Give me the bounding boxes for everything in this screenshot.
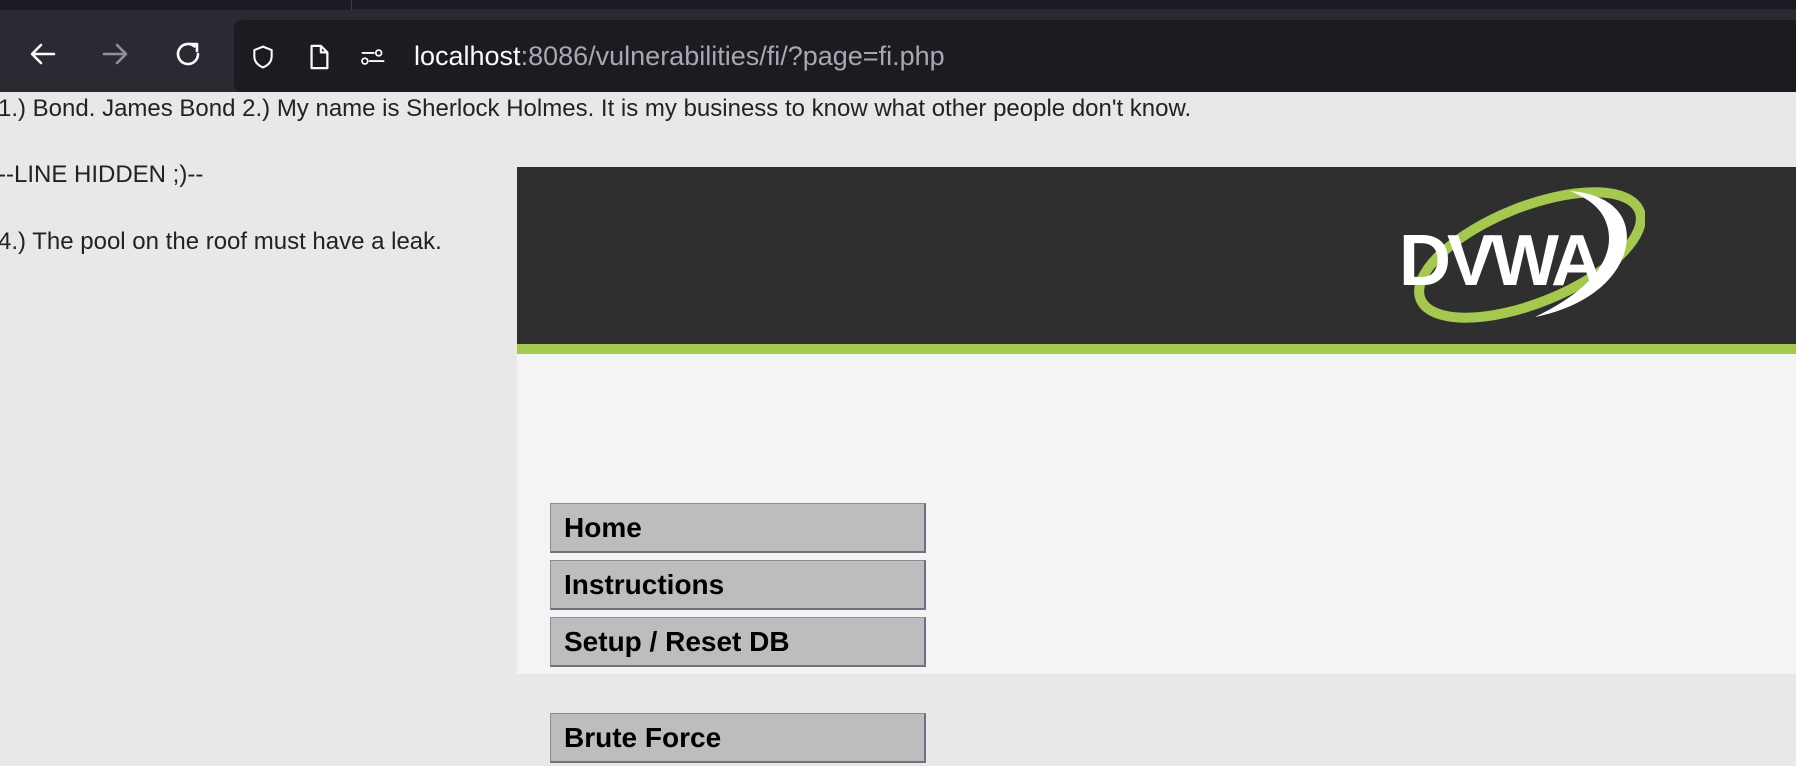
page-icon[interactable] — [306, 44, 332, 70]
dvwa-logo: DVWA — [1399, 187, 1645, 323]
reload-icon — [176, 42, 200, 66]
menu-item-instructions[interactable]: Instructions — [550, 560, 926, 610]
url-path: :8086/vulnerabilities/fi/?page=fi.php — [520, 41, 945, 71]
back-arrow-icon — [30, 43, 56, 65]
permissions-icon[interactable] — [360, 44, 386, 70]
forward-arrow-icon — [102, 43, 128, 65]
menu-item-setup-reset-db[interactable]: Setup / Reset DB — [550, 617, 926, 667]
back-button[interactable] — [23, 34, 63, 74]
header-accent-bar — [517, 344, 1796, 354]
included-file-line-1: 1.) Bond. James Bond 2.) My name is Sher… — [0, 95, 1192, 122]
url-text[interactable]: localhost:8086/vulnerabilities/fi/?page=… — [414, 40, 945, 72]
shield-icon[interactable] — [250, 44, 276, 70]
menu-item-brute-force[interactable]: Brute Force — [550, 713, 926, 763]
tab-strip — [0, 0, 1796, 11]
reload-button[interactable] — [168, 34, 208, 74]
included-file-line-4: 4.) The pool on the roof must have a lea… — [0, 228, 442, 255]
dvwa-logo-text: DVWA — [1399, 221, 1602, 301]
navigation-toolbar: localhost:8086/vulnerabilities/fi/?page=… — [0, 10, 1796, 92]
address-bar[interactable]: localhost:8086/vulnerabilities/fi/?page=… — [234, 20, 1796, 92]
url-host: localhost — [414, 41, 521, 71]
menu-item-home[interactable]: Home — [550, 503, 926, 553]
forward-button[interactable] — [95, 34, 135, 74]
browser-chrome: localhost:8086/vulnerabilities/fi/?page=… — [0, 0, 1796, 92]
included-file-line-3: --LINE HIDDEN ;)-- — [0, 161, 204, 188]
